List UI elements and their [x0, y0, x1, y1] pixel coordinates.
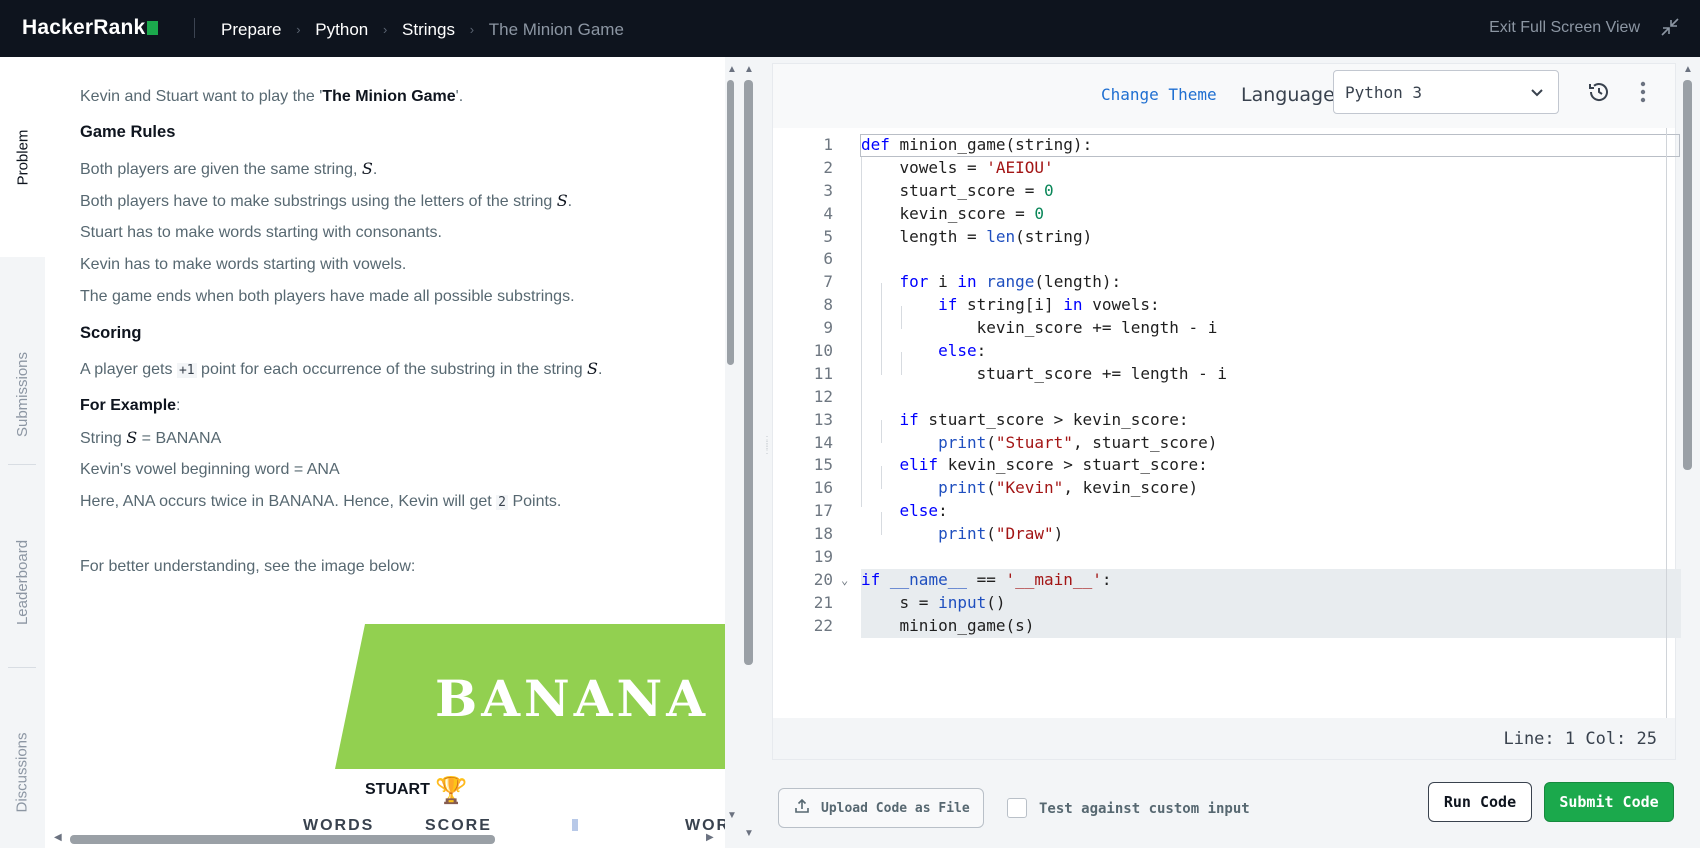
problem-scrollbar[interactable] [744, 80, 753, 665]
tab-submissions[interactable]: Submissions [0, 319, 45, 469]
example-string: String S = BANANA [80, 428, 222, 447]
rule-5: The game ends when both players have mad… [80, 288, 575, 305]
cursor-position: Line: 1 Col: 25 [1503, 729, 1657, 749]
custom-input-label[interactable]: Test against custom input [1039, 801, 1250, 817]
more-options-icon[interactable] [1638, 80, 1648, 104]
code-line: 17 else: [813, 501, 948, 521]
editor-scrollbar[interactable] [1683, 80, 1692, 470]
rule-1: Both players are given the same string, … [80, 159, 378, 178]
image-marker [572, 819, 578, 831]
scroll-up-arrow-icon[interactable]: ▲ [1683, 64, 1693, 75]
rule-3: Stuart has to make words starting with c… [80, 224, 442, 241]
code-line: 1 def minion_game(string): [823, 135, 1093, 154]
history-icon[interactable] [1587, 80, 1611, 104]
tab-discussions[interactable]: Discussions [0, 697, 45, 847]
upload-icon [795, 798, 809, 813]
code-line: 20 ⌄ if __name__ == '__main__': [773, 568, 1681, 592]
breadcrumb: Prepare › Python › Strings › The Minion … [221, 19, 624, 40]
tab-problem[interactable]: Problem [0, 57, 45, 257]
language-value: Python 3 [1345, 83, 1423, 102]
code-line: 16 print("Kevin", kevin_score) [813, 478, 1199, 498]
code-line: 4 kevin_score = 0 [823, 203, 1045, 223]
rule-4: Kevin has to make words starting with vo… [80, 256, 407, 273]
problem-horizontal-scrollbar[interactable] [70, 835, 495, 844]
example-heading: For Example: [80, 397, 181, 414]
understanding-text: For better understanding, see the image … [80, 558, 416, 575]
chevron-right-icon: › [382, 22, 388, 38]
example-vowel: Kevin's vowel beginning word = ANA [80, 461, 340, 478]
submit-code-button[interactable]: Submit Code [1544, 782, 1674, 822]
custom-input-checkbox[interactable] [1007, 798, 1027, 818]
words-column-label: WORDS [303, 817, 375, 834]
side-tab-rail: Problem Submissions Leaderboard Discussi… [0, 57, 45, 848]
chevron-right-icon: › [469, 22, 475, 38]
divider [8, 464, 36, 465]
shrink-icon[interactable] [1660, 17, 1680, 37]
code-line: 22 minion_game(s) [773, 614, 1681, 638]
change-theme-link[interactable]: Change Theme [1101, 85, 1217, 104]
hackerrank-logo[interactable]: HackerRank [22, 16, 159, 40]
drag-handle-icon[interactable]: ⋮ ⋮ ⋮ [762, 436, 772, 468]
trophy-icon: 🏆 [435, 775, 468, 805]
top-navigation-bar: HackerRank Prepare › Python › Strings › … [0, 0, 1700, 57]
logo-square-icon [147, 21, 159, 35]
code-line: 18 print("Draw") [813, 524, 1064, 544]
code-line: 7 for i in range(length): [823, 272, 1122, 292]
breadcrumb-strings[interactable]: Strings [402, 20, 455, 40]
divider [194, 18, 195, 38]
problem-inner-scrollbar[interactable] [727, 80, 734, 365]
code-line: 3 stuart_score = 0 [823, 180, 1054, 200]
exit-fullscreen-link[interactable]: Exit Full Screen View [1489, 19, 1640, 37]
scroll-down-arrow-icon[interactable]: ▼ [744, 828, 754, 839]
divider [8, 667, 36, 668]
code-line: 8 if string[i] in vowels: [823, 295, 1160, 315]
code-line: 2 vowels = 'AEIOU' [823, 157, 1054, 177]
code-line: 13 if stuart_score > kevin_score: [813, 409, 1189, 429]
code-editor-panel: Change Theme Language Python 3 1 def mini… [772, 63, 1681, 760]
scroll-left-arrow-icon[interactable]: ◀ [54, 832, 62, 843]
problem-statement-panel: Kevin and Stuart want to play the 'The M… [45, 57, 725, 848]
fold-chevron-icon[interactable]: ⌄ [841, 569, 848, 592]
code-line: 21 s = input() [773, 591, 1681, 615]
code-line: 14 print("Stuart", stuart_score) [813, 432, 1218, 452]
breadcrumb-prepare[interactable]: Prepare [221, 20, 281, 40]
score-column-label: SCORE [425, 817, 492, 834]
code-line: 19 [813, 547, 833, 567]
player-label: STUART [365, 781, 430, 798]
code-line: 9 kevin_score += length - i [823, 318, 1218, 338]
scroll-up-arrow-icon[interactable]: ▲ [744, 64, 754, 75]
scroll-down-arrow-icon[interactable]: ▼ [727, 810, 737, 821]
scoring-text: A player gets +1 point for each occurren… [80, 359, 603, 378]
words-column-label-2: WOR [685, 817, 725, 834]
intro-text: Kevin and Stuart want to play the 'The M… [80, 88, 464, 105]
breadcrumb-python[interactable]: Python [315, 20, 368, 40]
code-line: 10 else: [813, 341, 987, 361]
breadcrumb-current: The Minion Game [488, 19, 624, 39]
example-result: Here, ANA occurs twice in BANANA. Hence,… [80, 493, 562, 510]
editor-status-bar: Line: 1 Col: 25 [773, 718, 1675, 759]
scroll-up-arrow-icon[interactable]: ▲ [727, 64, 737, 75]
code-line: 12 [813, 386, 833, 406]
upload-code-button[interactable]: Upload Code as File [778, 788, 984, 828]
language-select[interactable]: Python 3 [1333, 70, 1559, 114]
editor-toolbar: Change Theme Language Python 3 [773, 64, 1675, 128]
chevron-right-icon: › [296, 22, 301, 38]
scoring-heading: Scoring [80, 324, 142, 342]
code-line: 15 elif kevin_score > stuart_score: [813, 455, 1208, 475]
rule-2: Both players have to make substrings usi… [80, 191, 573, 210]
code-editor[interactable]: 1 def minion_game(string): 2 vowels = 'AE… [773, 128, 1681, 718]
chevron-down-icon [1531, 89, 1543, 97]
banner-text: BANANA [435, 669, 710, 728]
run-code-button[interactable]: Run Code [1428, 782, 1532, 822]
code-line: 5 length = len(string) [823, 226, 1093, 246]
language-label: Language [1241, 84, 1335, 106]
editor-ruler [1666, 128, 1667, 718]
tab-leaderboard[interactable]: Leaderboard [0, 507, 45, 657]
code-line: 11 stuart_score += length - i [813, 363, 1228, 383]
code-lines: 1 def minion_game(string): 2 vowels = 'AE… [773, 134, 1681, 638]
code-line: 6 [823, 249, 833, 269]
scroll-right-arrow-icon[interactable]: ▶ [706, 832, 714, 843]
rules-heading: Game Rules [80, 123, 176, 141]
